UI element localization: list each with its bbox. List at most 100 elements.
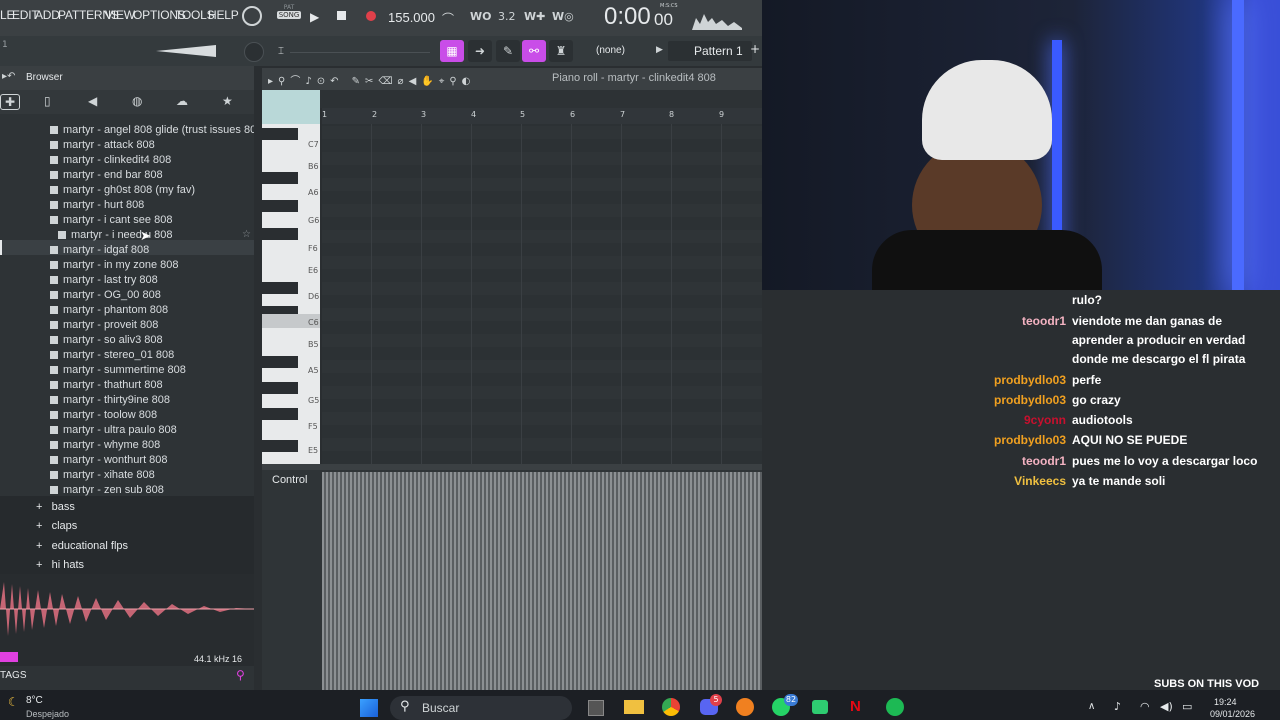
stop-button[interactable] [337, 11, 346, 20]
file-item[interactable]: martyr - summertime 808 [50, 364, 186, 379]
black-key[interactable] [262, 408, 298, 420]
clock-time[interactable]: 19:24 [1214, 697, 1237, 707]
control-label[interactable]: Control [272, 474, 307, 486]
pat-song-toggle[interactable]: PAT SONG [277, 4, 301, 30]
black-key[interactable] [262, 228, 298, 240]
folder-item-claps[interactable]: + claps [36, 520, 77, 532]
folder-item-bass[interactable]: + bass [36, 501, 75, 513]
piano-roll-tool-icons[interactable]: ▸⚲⌒♪⊙↶ ✎✂⌫⌀◀✋⌖⚲◐ [268, 72, 475, 87]
browser-star-icon[interactable]: ★ [222, 94, 233, 108]
draw-tool-icon[interactable]: ✎ [496, 40, 520, 62]
tray-overflow-icon[interactable]: ∧ [1088, 701, 1095, 712]
master-volume-knob[interactable] [242, 6, 262, 26]
audio-file-icon [50, 261, 58, 270]
browser-globe-icon[interactable]: ◍ [132, 94, 142, 108]
file-item[interactable]: martyr - gh0st 808 (my fav) [50, 184, 195, 199]
note-grid[interactable] [322, 124, 762, 464]
pattern-arrow-icon[interactable]: ▶ [656, 45, 663, 55]
file-item[interactable]: martyr - i cant see 808 [50, 214, 172, 229]
fl-studio-icon[interactable] [736, 698, 754, 716]
file-item[interactable]: martyr - proveit 808 [50, 319, 158, 334]
black-key[interactable] [262, 440, 298, 452]
task-view-icon[interactable] [588, 700, 604, 716]
tempo-display[interactable]: 155.000 [388, 10, 435, 25]
microphone-icon[interactable]: ♪ [1114, 700, 1121, 713]
menu-add[interactable]: ADD [35, 8, 60, 22]
taskbar-search[interactable]: ⚲ Buscar [390, 696, 572, 720]
file-item[interactable]: martyr - xihate 808 [50, 469, 155, 484]
file-item[interactable]: martyr - phantom 808 [50, 304, 168, 319]
stamp-icon[interactable]: ♜ [549, 40, 573, 62]
add-pattern-button[interactable]: + [750, 42, 760, 56]
audio-file-icon [50, 456, 58, 465]
file-item[interactable]: martyr - idgaf 808 [50, 244, 149, 259]
favorite-star-icon[interactable]: ☆ [242, 229, 251, 240]
chrome-icon[interactable] [662, 698, 680, 716]
pointer-icon[interactable]: ⌶ [278, 46, 284, 57]
record-button[interactable] [366, 11, 376, 21]
windows-start-icon[interactable] [360, 699, 378, 717]
file-item[interactable]: martyr - ultra paulo 808 [50, 424, 177, 439]
play-button[interactable]: ▶ [310, 10, 319, 24]
file-item[interactable]: martyr - wonthurt 808 [50, 454, 168, 469]
countdown-icon[interactable]: 3.2 [498, 10, 516, 23]
browser-cloud-icon[interactable]: ☁ [176, 94, 188, 108]
file-item[interactable]: martyr - hurt 808 [50, 199, 144, 214]
app-icon[interactable] [812, 700, 828, 714]
chat-username: Vinkeecs [1014, 474, 1066, 488]
file-explorer-icon[interactable] [624, 700, 644, 714]
piano-keyboard[interactable]: C7 B6 A6 G6 F6 E6 D6 C6 B5 A5 G5 F5 E5 [262, 124, 320, 464]
file-item[interactable]: martyr - last try 808 [50, 274, 158, 289]
arrow-right-icon[interactable]: ➜ [468, 40, 492, 62]
file-item[interactable]: martyr - zen sub 808 [50, 484, 164, 496]
file-item[interactable]: martyr - in my zone 808 [50, 259, 179, 274]
black-key[interactable] [262, 282, 298, 294]
file-item-selected[interactable]: martyr - i need u 808 [58, 229, 173, 244]
file-item[interactable]: martyr - so aliv3 808 [50, 334, 163, 349]
menu-help[interactable]: HELP [208, 8, 239, 22]
pattern-selector[interactable]: Pattern 1 [668, 41, 752, 61]
wifi-icon[interactable]: ◠ [1140, 700, 1150, 713]
wait-input-icon[interactable]: WO [470, 10, 491, 23]
black-key[interactable] [262, 200, 298, 212]
weather-icon[interactable]: ☾ [8, 695, 19, 709]
file-item[interactable]: martyr - whyme 808 [50, 439, 160, 454]
file-item[interactable]: martyr - OG_00 808 [50, 289, 161, 304]
file-item[interactable]: martyr - stereo_01 808 [50, 349, 174, 364]
folder-item-hi-hats[interactable]: + hi hats [36, 559, 84, 571]
black-key[interactable] [262, 382, 298, 394]
file-item[interactable]: martyr - end bar 808 [50, 169, 163, 184]
battery-icon[interactable]: ▭ [1182, 700, 1192, 713]
step-edit-icon[interactable]: W✚ [524, 10, 545, 23]
piano-roll-view-button[interactable]: ▦ [440, 40, 464, 62]
link-icon[interactable]: ⚯ [522, 40, 546, 62]
file-item[interactable]: martyr - attack 808 [50, 139, 155, 154]
browser-speaker-icon[interactable]: ◀ [88, 94, 97, 108]
metronome-icon[interactable]: ⌒ [442, 10, 454, 27]
file-item[interactable]: martyr - clinkedit4 808 [50, 154, 171, 169]
file-item[interactable]: martyr - thathurt 808 [50, 379, 163, 394]
black-key[interactable] [262, 128, 298, 140]
spotify-icon[interactable] [886, 698, 904, 716]
file-item[interactable]: martyr - thirty9ine 808 [50, 394, 170, 409]
volume-icon[interactable]: ◀) [1160, 700, 1173, 713]
weather-temp[interactable]: 8°C [26, 695, 43, 706]
browser-menu-arrow-icon[interactable]: ▸↶ [2, 71, 15, 82]
folder-item-educational-flps[interactable]: + educational flps [36, 540, 128, 552]
clock-date[interactable]: 09/01/2026 [1210, 709, 1255, 719]
file-item[interactable]: martyr - angel 808 glide (trust issues 8… [50, 124, 254, 139]
black-key[interactable] [262, 172, 298, 184]
browser-all-icon[interactable]: ✚ [0, 94, 21, 110]
black-key[interactable] [262, 356, 298, 368]
menu-view[interactable]: VIEW [105, 8, 135, 22]
sample-play-marker[interactable] [0, 652, 18, 662]
snap-selector[interactable]: (none) [596, 45, 625, 56]
search-placeholder: Buscar [422, 701, 460, 715]
weather-desc[interactable]: Despejado [26, 709, 69, 719]
browser-files-icon[interactable]: ▯ [44, 94, 51, 108]
pitch-knob[interactable] [244, 42, 264, 62]
loop-record-icon[interactable]: W◎ [552, 10, 574, 23]
search-tags-icon[interactable]: ⚲ [236, 668, 245, 682]
netflix-icon[interactable]: N [850, 698, 861, 715]
file-item[interactable]: martyr - toolow 808 [50, 409, 157, 424]
